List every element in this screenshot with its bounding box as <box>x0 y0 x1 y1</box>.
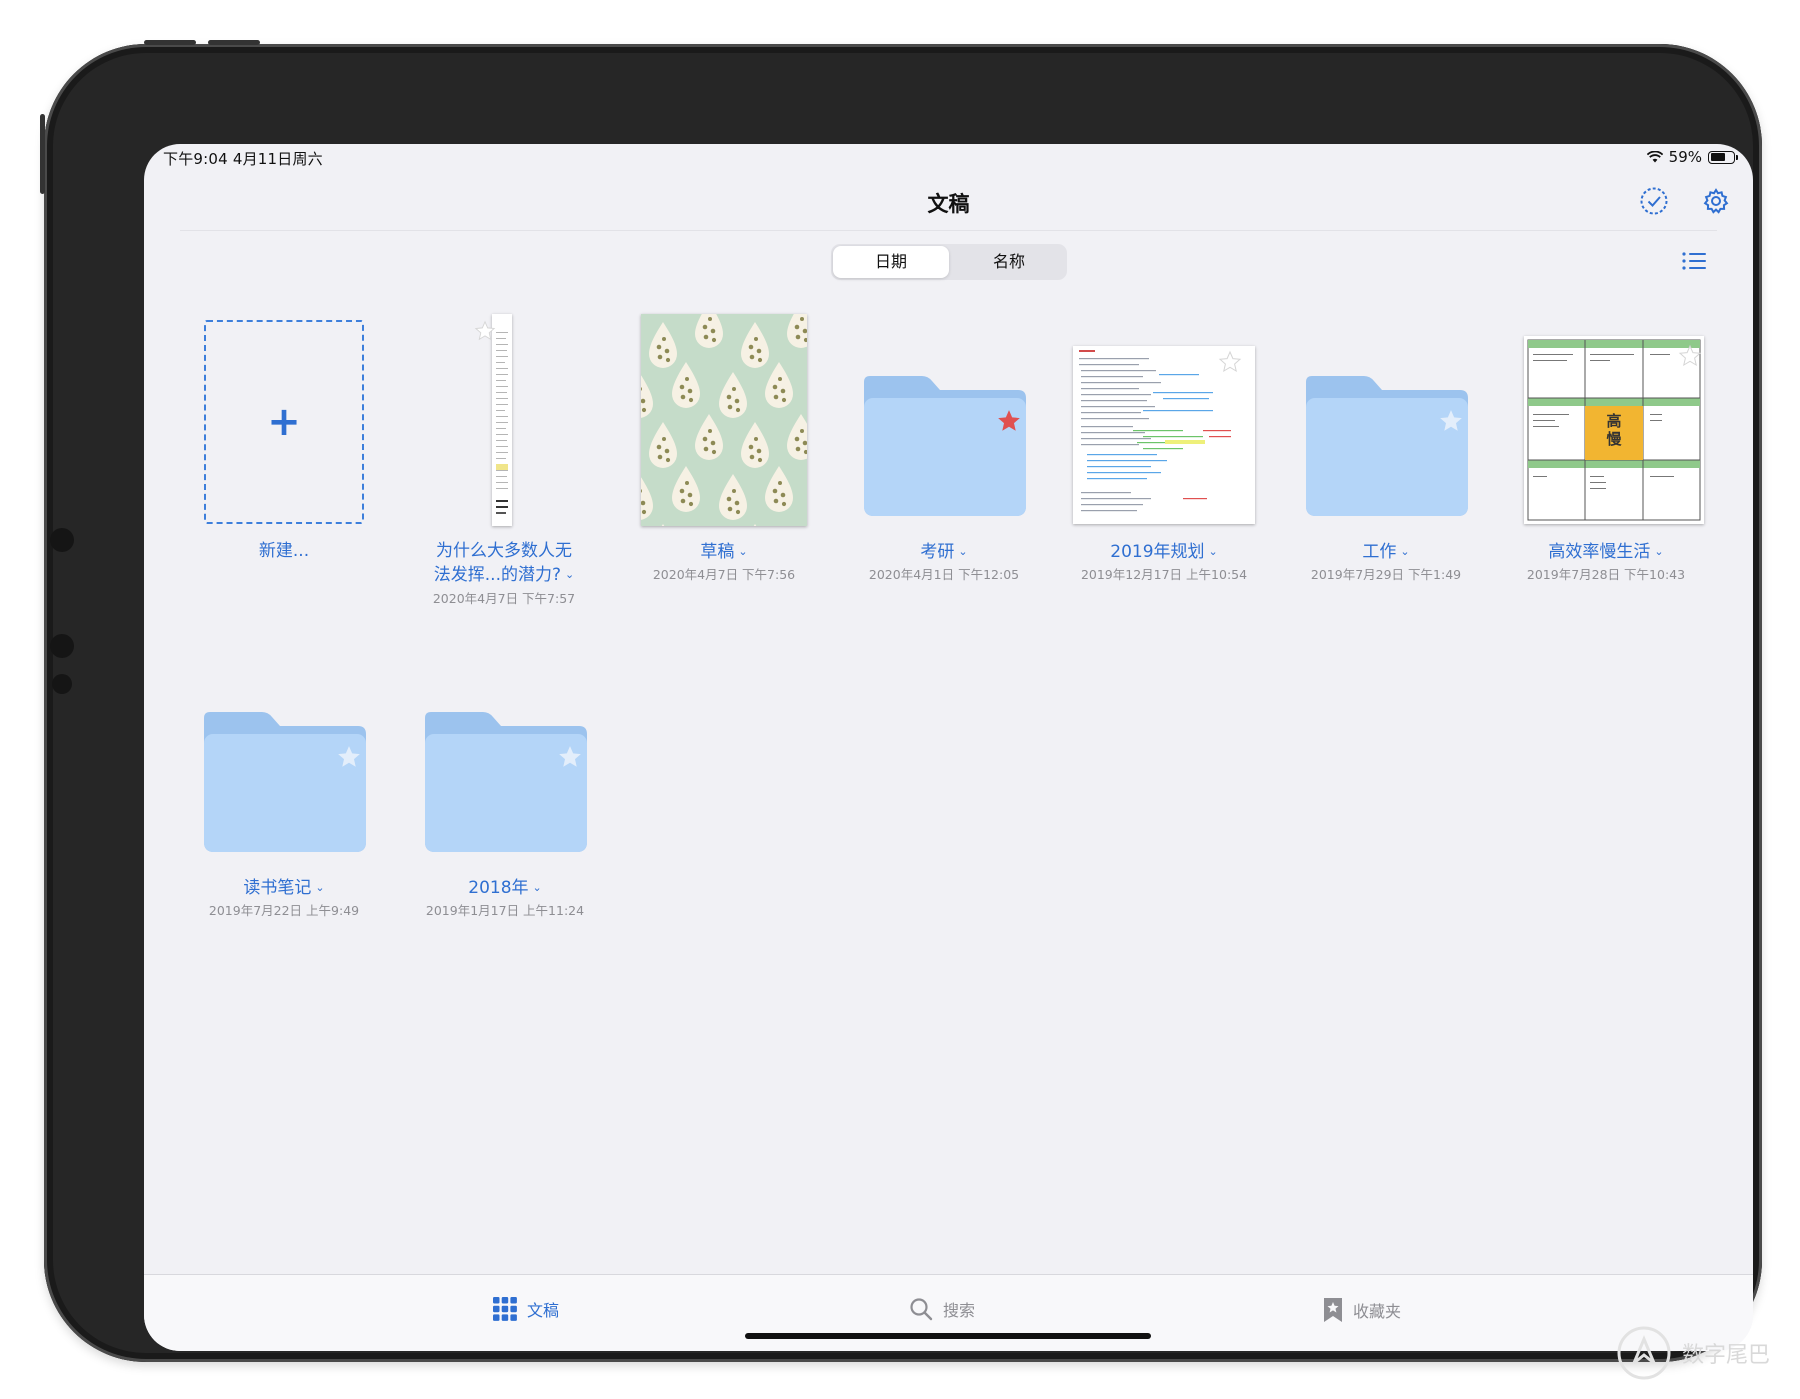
item-name: 草稿 ⌄ <box>700 542 748 562</box>
chevron-down-icon[interactable]: ⌄ <box>1209 545 1218 558</box>
favorite-star-icon[interactable] <box>1678 344 1702 368</box>
chevron-down-icon[interactable]: ⌄ <box>315 881 324 894</box>
battery-percent: 59% <box>1668 148 1702 166</box>
favorite-star-icon[interactable] <box>557 744 583 770</box>
item-date: 2019年1月17日 上午11:24 <box>425 903 585 918</box>
tab-label: 搜索 <box>943 1301 976 1320</box>
plus-icon: + <box>267 399 301 445</box>
tab-favorites[interactable]: 收藏夹 <box>1323 1297 1401 1323</box>
favorite-star-icon[interactable] <box>336 744 362 770</box>
favorite-star-icon[interactable] <box>996 408 1022 434</box>
grid-center-text: 高 慢 <box>1606 412 1622 448</box>
list-icon <box>1682 252 1706 270</box>
item-name: 新建... <box>258 541 310 561</box>
search-icon <box>910 1298 933 1321</box>
top-button-2 <box>208 40 260 45</box>
tab-bar: 文稿 搜索 收藏夹 <box>144 1274 1753 1351</box>
new-document-item[interactable]: + 新建... <box>184 320 384 561</box>
item-date: 2019年7月22日 上午9:49 <box>208 903 360 918</box>
pencil-magnet-3 <box>52 674 72 694</box>
ipad-frame: 下午9:04 4月11日周六 59% 文稿 日期 名称 + 新建... 为什么大… <box>40 40 1762 1362</box>
chevron-down-icon[interactable]: ⌄ <box>565 568 574 581</box>
item-name: 读书笔记 ⌄ <box>243 878 325 898</box>
pencil-magnet <box>50 528 74 552</box>
checkmark-circle-icon <box>1640 187 1668 215</box>
new-document-button[interactable]: + <box>204 320 364 524</box>
watermark: 数字尾巴 <box>1616 1325 1770 1381</box>
tab-label: 收藏夹 <box>1353 1302 1402 1321</box>
notebook-item[interactable]: 草稿 ⌄ 2020年4月7日 下午7:56 <box>624 314 824 584</box>
document-item[interactable]: 2019年规划 ⌄ 2019年12月17日 上午10:54 <box>1064 346 1264 586</box>
item-date: 2020年4月7日 下午7:57 <box>432 591 576 606</box>
bookmark-icon <box>1324 1298 1342 1322</box>
sort-by-date[interactable]: 日期 <box>833 246 949 278</box>
battery-icon <box>1708 150 1738 164</box>
item-name: 为什么大多数人无 法发挥...的潜力? ⌄ <box>433 541 575 585</box>
folder-icon[interactable] <box>425 712 587 854</box>
settings-button[interactable] <box>1699 184 1733 218</box>
tab-documents[interactable]: 文稿 <box>493 1297 559 1321</box>
item-date: 2019年7月28日 下午10:43 <box>1526 567 1686 582</box>
folder-item[interactable]: 工作 ⌄ 2019年7月29日 下午1:49 <box>1286 376 1486 586</box>
sort-by-name[interactable]: 名称 <box>951 244 1067 280</box>
screen: 下午9:04 4月11日周六 59% 文稿 日期 名称 + 新建... 为什么大… <box>144 144 1753 1351</box>
chevron-down-icon[interactable]: ⌄ <box>738 545 747 558</box>
page-title: 文稿 <box>927 192 970 216</box>
tab-search[interactable]: 搜索 <box>909 1297 975 1321</box>
item-date: 2019年7月29日 下午1:49 <box>1310 567 1462 582</box>
status-time-date: 下午9:04 4月11日周六 <box>163 150 323 168</box>
tab-label: 文稿 <box>527 1301 560 1320</box>
favorite-star-icon[interactable] <box>1218 350 1242 374</box>
folder-icon[interactable] <box>204 712 366 854</box>
watermark-logo-icon <box>1617 1326 1671 1380</box>
folder-item[interactable]: 2018年 ⌄ 2019年1月17日 上午11:24 <box>405 712 605 922</box>
wifi-icon <box>1646 151 1663 163</box>
item-date: 2019年12月17日 上午10:54 <box>1080 567 1248 582</box>
grid-icon <box>493 1297 517 1321</box>
chevron-down-icon[interactable]: ⌄ <box>533 881 542 894</box>
nav-divider <box>180 230 1717 231</box>
favorite-star-icon[interactable] <box>474 320 496 342</box>
folder-icon[interactable] <box>864 376 1026 518</box>
folder-item[interactable]: 考研 ⌄ 2020年4月1日 下午12:05 <box>844 376 1044 586</box>
item-name: 高效率慢生活 ⌄ <box>1548 542 1664 562</box>
item-date: 2020年4月7日 下午7:56 <box>652 567 796 582</box>
document-item[interactable]: 高 慢 高效率慢生活 ⌄ 2019年7月28日 下午10:43 <box>1506 336 1706 586</box>
select-button[interactable] <box>1637 184 1671 218</box>
notebook-thumbnail[interactable] <box>641 314 807 526</box>
folder-icon[interactable] <box>1306 376 1468 518</box>
gear-icon <box>1703 188 1729 214</box>
status-right: 59% <box>1646 148 1738 166</box>
item-name: 2018年 ⌄ <box>468 878 542 898</box>
document-thumbnail[interactable]: 高 慢 <box>1524 336 1704 524</box>
folder-item[interactable]: 读书笔记 ⌄ 2019年7月22日 上午9:49 <box>184 712 384 922</box>
side-button <box>40 114 45 194</box>
item-name: 考研 ⌄ <box>920 542 968 562</box>
watermark-text: 数字尾巴 <box>1681 1343 1770 1368</box>
top-button-1 <box>144 40 196 45</box>
chevron-down-icon[interactable]: ⌄ <box>1654 545 1663 558</box>
document-item[interactable]: 为什么大多数人无 法发挥...的潜力? ⌄ 2020年4月7日 下午7:57 <box>404 314 604 606</box>
favorite-star-icon[interactable] <box>1438 408 1464 434</box>
item-name: 工作 ⌄ <box>1362 542 1410 562</box>
home-indicator[interactable] <box>745 1333 1151 1339</box>
chevron-down-icon[interactable]: ⌄ <box>958 545 967 558</box>
item-date: 2020年4月1日 下午12:05 <box>868 567 1020 582</box>
list-view-button[interactable] <box>1681 249 1707 273</box>
document-thumbnail[interactable] <box>492 314 512 526</box>
sort-segmented-control: 日期 名称 <box>831 244 1067 280</box>
pencil-magnet-2 <box>50 634 74 658</box>
item-name: 2019年规划 ⌄ <box>1110 542 1218 562</box>
chevron-down-icon[interactable]: ⌄ <box>1400 545 1409 558</box>
status-bar: 下午9:04 4月11日周六 59% <box>144 144 1753 176</box>
